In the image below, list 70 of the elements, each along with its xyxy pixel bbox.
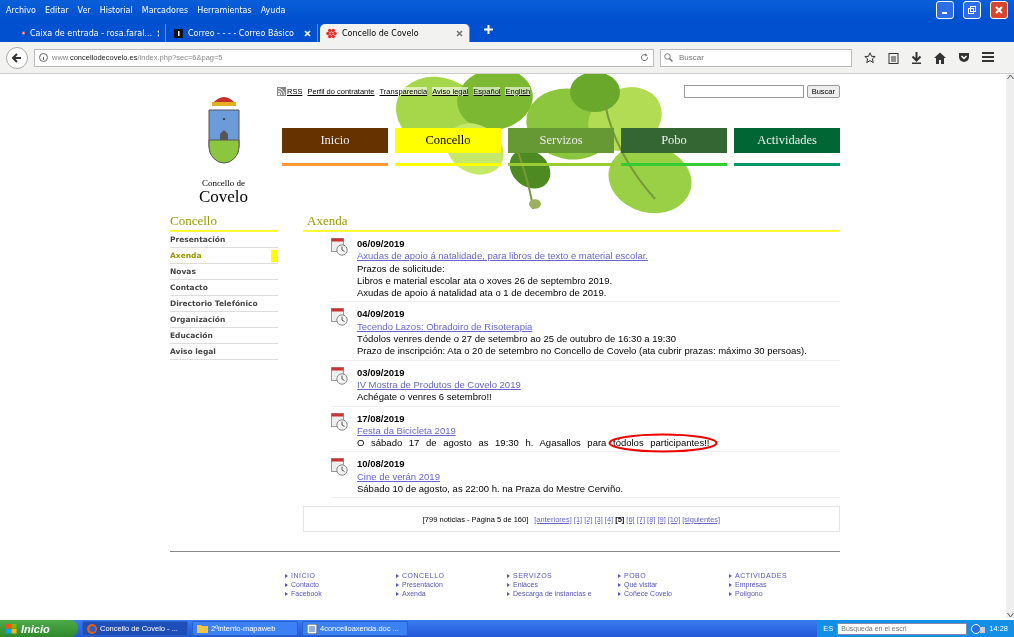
rss-icon[interactable] [277,86,286,96]
event-link[interactable]: Axudas de apoio á natalidade, para libros de texto e material escolar. [357,250,648,263]
scroll-down-icon[interactable] [1006,612,1014,618]
back-button[interactable] [6,46,28,69]
section-title: Axenda [303,213,840,232]
restore-button[interactable] [963,1,981,19]
flower-icon [326,27,337,39]
calendar-clock-icon [331,308,348,327]
event-text: Prazo de inscripción: Ata o 20 de setembro no Concello de Covelo (ata cubrir prazas: máximo 30 persoas). [357,345,807,358]
scroll-up-icon[interactable] [1006,74,1014,80]
menu-item[interactable]: Ayuda [260,5,286,15]
folder-icon [197,624,208,633]
menu-item[interactable]: Historial [99,5,133,15]
event-text: Sábado 10 de agosto, as 22:00 h. na Praza do Mestre Cerviño. [357,483,624,496]
event-text: Tódolos venres dende o 27 de setembro ao 25 de outubro de 16:30 a 19:30 [357,333,676,346]
event-link[interactable]: IV Mostra de Produtos de Covelo 2019 [357,378,521,392]
event-text: Axudas de apoio á natalidad ata o 1 de decembro de 2019. [357,287,607,300]
info-icon[interactable] [39,53,48,62]
flag-icon [6,623,17,634]
reload-icon[interactable] [640,53,649,62]
event-date: 03/09/2019 [357,366,405,379]
event-link[interactable]: Tecendo Lazos: Obradoiro de Risoterapia [357,320,533,334]
event-text: Achégate o venres 6 setembro!! [357,391,492,404]
sidebar-title: Concello [170,213,278,232]
site-search-field[interactable] [683,84,804,98]
browser-tab[interactable]: Concello de Covelo [320,24,470,42]
nav-tab[interactable]: Pobo [621,128,727,153]
menu-item[interactable]: Herramientas [197,5,252,15]
event-date: 10/08/2019 [357,458,405,471]
calendar-clock-icon [331,366,348,385]
menu-icon[interactable] [982,51,994,62]
event-date: 17/08/2019 [357,412,405,425]
menu-item[interactable]: Ver [77,5,91,15]
minimize-button[interactable] [936,1,954,19]
close-icon [995,6,1003,14]
shield-icon[interactable] [958,51,970,63]
scrollbar[interactable] [1006,74,1014,618]
event-text: O sábado 17 de agosto as 19:30 h. Agasallos para tódolos participantes!! [357,437,710,450]
nav-tab[interactable]: Inicio [282,128,388,153]
menu-item[interactable]: Archivo [6,5,36,15]
globe-icon [87,623,97,634]
calendar-clock-icon [331,458,348,477]
back-arrow-icon [12,52,22,63]
start-button[interactable]: Inicio [0,620,78,637]
event-link[interactable]: Festa da Bicicleta 2019 [357,424,456,438]
star-icon[interactable] [864,51,876,64]
square-icon [174,28,183,38]
logo-title: Covelo [198,190,249,204]
nav-tab[interactable]: Concello [395,128,501,153]
close-icon[interactable] [456,29,463,37]
event-date: 06/09/2019 [357,238,405,251]
restore-icon [968,6,976,14]
mail-icon [22,29,25,37]
event-text: Libros e material escolar ata o xoves 26 de septembro 2019. [357,274,613,288]
event-link[interactable]: Cine de verán 2019 [357,470,440,484]
logo-text: Concello de [201,178,246,188]
close-button[interactable] [990,1,1008,19]
clipboard-icon[interactable] [888,51,899,64]
event-date: 04/09/2019 [357,308,405,321]
calendar-clock-icon [331,412,348,431]
document-icon [307,623,317,634]
nav-tab[interactable]: Actividades [734,128,840,153]
download-icon[interactable] [911,51,922,64]
calendar-clock-icon [331,238,348,256]
event-text: Prazos de solicitude: [357,262,445,275]
network-icon[interactable] [971,623,986,634]
menu-item[interactable]: Editar [44,5,69,15]
search-field[interactable]: Buscar [660,48,852,67]
home-icon[interactable] [934,51,946,64]
menu-item[interactable]: Marcadores [141,5,189,15]
